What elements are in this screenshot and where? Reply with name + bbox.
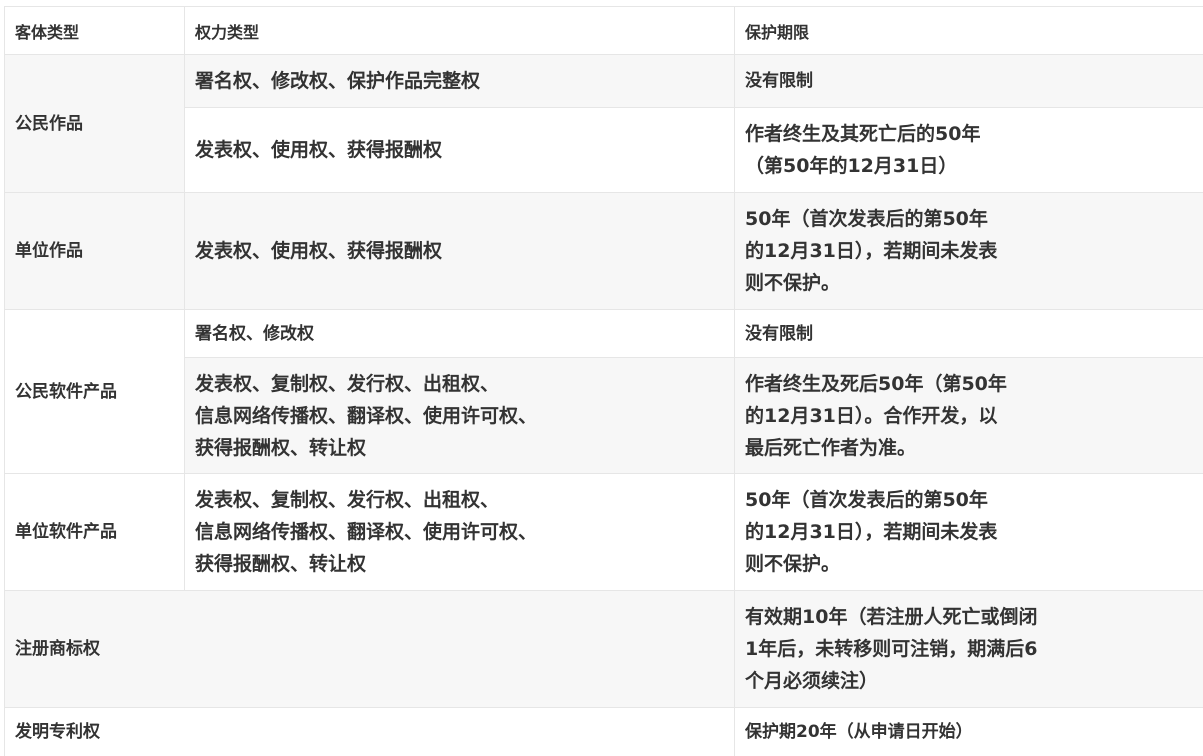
rights-cell: 署名权、修改权、保护作品完整权 <box>185 55 735 108</box>
rights-cell: 发表权、复制权、发行权、出租权、 信息网络传播权、翻译权、使用许可权、 获得报酬… <box>185 358 735 474</box>
header-protection-term: 保护期限 <box>735 7 1203 55</box>
rights-cell: 发表权、使用权、获得报酬权 <box>185 193 735 310</box>
term-cell: 保护期20年（从申请日开始） <box>735 708 1203 756</box>
rights-cell: 发表权、使用权、获得报酬权 <box>185 108 735 193</box>
term-cell: 作者终生及死后50年（第50年 的12月31日）。合作开发，以 最后死亡作者为准… <box>735 358 1203 474</box>
term-cell: 有效期10年（若注册人死亡或倒闭 1年后，未转移则可注销，期满后6 个月必须续注… <box>735 591 1203 708</box>
header-right-type: 权力类型 <box>185 7 735 55</box>
rights-cell: 署名权、修改权 <box>185 310 735 358</box>
term-cell: 没有限制 <box>735 55 1203 108</box>
table-row: 单位作品 发表权、使用权、获得报酬权 50年（首次发表后的第50年 的12月31… <box>5 193 1203 310</box>
table-row: 单位软件产品 发表权、复制权、发行权、出租权、 信息网络传播权、翻译权、使用许可… <box>5 474 1203 591</box>
term-cell: 50年（首次发表后的第50年 的12月31日），若期间未发表 则不保护。 <box>735 193 1203 310</box>
table-row: 发表权、使用权、获得报酬权 作者终生及其死亡后的50年 （第50年的12月31日… <box>5 108 1203 193</box>
table-row: 发表权、复制权、发行权、出租权、 信息网络传播权、翻译权、使用许可权、 获得报酬… <box>5 358 1203 474</box>
table-row: 公民软件产品 署名权、修改权 没有限制 <box>5 310 1203 358</box>
object-type-cell: 公民软件产品 <box>5 310 185 474</box>
table-header-row: 客体类型 权力类型 保护期限 <box>5 7 1203 55</box>
table-row: 公民作品 署名权、修改权、保护作品完整权 没有限制 <box>5 55 1203 108</box>
term-cell: 没有限制 <box>735 310 1203 358</box>
table-row: 注册商标权 有效期10年（若注册人死亡或倒闭 1年后，未转移则可注销，期满后6 … <box>5 591 1203 708</box>
rights-cell: 发表权、复制权、发行权、出租权、 信息网络传播权、翻译权、使用许可权、 获得报酬… <box>185 474 735 591</box>
object-type-cell: 发明专利权 <box>5 708 735 756</box>
object-type-cell: 注册商标权 <box>5 591 735 708</box>
copyright-table: 客体类型 权力类型 保护期限 公民作品 署名权、修改权、保护作品完整权 没有限制… <box>4 6 1203 756</box>
object-type-cell: 单位软件产品 <box>5 474 185 591</box>
object-type-cell: 公民作品 <box>5 55 185 193</box>
term-cell: 作者终生及其死亡后的50年 （第50年的12月31日） <box>735 108 1203 193</box>
header-object-type: 客体类型 <box>5 7 185 55</box>
object-type-cell: 单位作品 <box>5 193 185 310</box>
term-cell: 50年（首次发表后的第50年 的12月31日），若期间未发表 则不保护。 <box>735 474 1203 591</box>
table-row: 发明专利权 保护期20年（从申请日开始） <box>5 708 1203 756</box>
